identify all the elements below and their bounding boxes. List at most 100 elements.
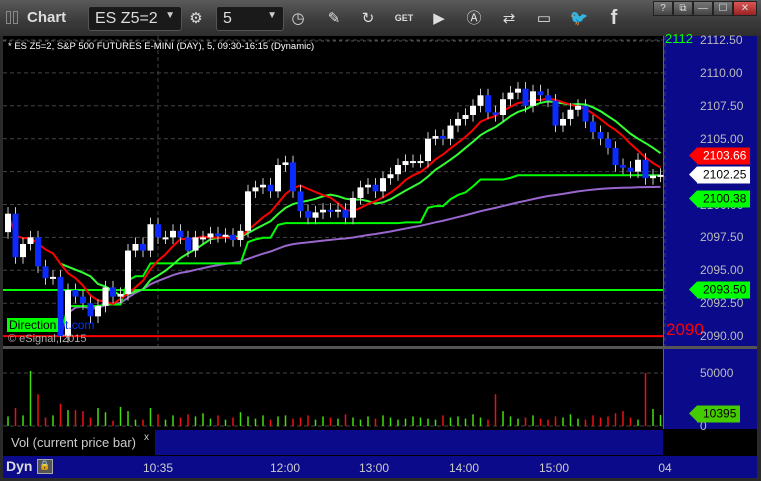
- close-legend-icon[interactable]: x: [144, 432, 149, 443]
- watermark-green: Direction: [7, 318, 59, 332]
- watermark-blue: nt.com: [58, 318, 95, 332]
- candle-body: [410, 161, 416, 164]
- price-tag-value: 2100.38: [703, 191, 747, 206]
- candle-body: [230, 234, 236, 241]
- candle-body: [132, 243, 139, 251]
- candle-body: [215, 233, 221, 237]
- candle-body: [147, 224, 154, 251]
- candle-body: [245, 191, 251, 231]
- candle-body: [267, 184, 274, 192]
- candle-body: [417, 161, 424, 164]
- candle-body: [627, 167, 634, 172]
- candle-body: [200, 237, 206, 240]
- candle-body: [582, 105, 589, 122]
- candle-body: [140, 243, 146, 251]
- chart-info: * ES Z5=2, S&P 500 FUTURES E-MINI (DAY),…: [8, 41, 315, 52]
- candle-body: [237, 230, 244, 241]
- candle-body: [305, 211, 311, 218]
- candle-body: [597, 132, 604, 139]
- price-axis-label: 2090.00: [700, 329, 744, 344]
- candle-body: [462, 115, 469, 119]
- watermark: Direction nt.com: [7, 318, 94, 332]
- top-price-label: 2112: [665, 31, 693, 46]
- candle-body: [522, 88, 529, 106]
- time-label: 15:00: [538, 461, 570, 475]
- price-axis-label: 2110.00: [700, 65, 743, 80]
- candle-body: [155, 224, 161, 238]
- candle-body: [372, 184, 379, 192]
- price-tag-value: 2102.25: [703, 167, 747, 182]
- candle-body: [297, 191, 304, 212]
- candle-body: [170, 230, 176, 238]
- candle-body: [117, 293, 124, 297]
- candle-body: [657, 174, 664, 177]
- time-label: 12:00: [269, 461, 301, 475]
- price-tag: 2103.66: [688, 147, 751, 165]
- legend-strip: [155, 430, 663, 455]
- candle-body: [192, 237, 199, 251]
- candle-body: [282, 162, 289, 166]
- candle-body: [380, 178, 386, 192]
- candle-body: [537, 91, 544, 96]
- candle-body: [335, 209, 341, 212]
- candle-body: [185, 237, 191, 251]
- candle-body: [455, 118, 461, 126]
- candle-body: [342, 209, 349, 218]
- candle-body: [125, 250, 131, 294]
- candle-body: [425, 138, 431, 162]
- price-tag: 2093.50: [688, 281, 751, 299]
- candle-body: [290, 162, 296, 192]
- volume-tag-value: 10395: [703, 406, 737, 421]
- candle-body: [650, 175, 656, 179]
- candle-body: [50, 276, 56, 279]
- candle-body: [102, 287, 109, 306]
- candle-body: [80, 296, 86, 304]
- candle-body: [350, 197, 356, 218]
- candle-body: [590, 121, 596, 133]
- candle-body: [327, 209, 334, 212]
- candle-body: [27, 237, 34, 244]
- price-tag: 2102.25: [688, 166, 751, 184]
- candle-body: [477, 95, 484, 106]
- candle-body: [492, 112, 499, 116]
- price-axis-label: 2105.00: [700, 131, 744, 146]
- price-tag: 2100.38: [688, 190, 751, 208]
- candle-body: [560, 118, 566, 126]
- candle-body: [320, 209, 326, 213]
- time-label: 04: [658, 461, 672, 475]
- candle-body: [12, 213, 19, 258]
- price-tag-value: 2093.50: [703, 282, 747, 297]
- candle-body: [207, 233, 214, 238]
- candle-body: [222, 234, 229, 237]
- candle-body: [530, 91, 536, 106]
- candle-body: [260, 184, 266, 188]
- candle-body: [20, 243, 26, 258]
- candle-body: [402, 161, 409, 166]
- volume-axis-label: 50000: [700, 366, 734, 380]
- volume-tag: 10395: [688, 405, 741, 423]
- candle-body: [500, 99, 506, 116]
- candle-body: [440, 136, 446, 139]
- candle-body: [177, 230, 184, 238]
- candle-body: [95, 305, 101, 317]
- dynamic-button[interactable]: Dyn: [6, 458, 32, 474]
- candle-body: [357, 187, 364, 198]
- candle-body: [395, 165, 401, 175]
- price-axis-label: 2097.50: [700, 230, 744, 245]
- candle-body: [552, 100, 559, 126]
- lock-clock-icon[interactable]: 🔒: [37, 459, 53, 474]
- vwap-line: [59, 185, 661, 337]
- candle-body: [567, 109, 574, 119]
- time-label: 14:00: [448, 461, 480, 475]
- candle-body: [515, 88, 521, 93]
- candle-body: [545, 95, 551, 101]
- candle-body: [87, 303, 94, 317]
- candle-body: [42, 266, 49, 279]
- candle-body: [635, 159, 641, 172]
- pane-divider: [3, 346, 757, 349]
- candle-body: [447, 125, 454, 139]
- candle-body: [642, 159, 649, 179]
- time-label: 10:35: [142, 461, 174, 475]
- time-label: 13:00: [358, 461, 390, 475]
- chart-plot: [3, 36, 757, 427]
